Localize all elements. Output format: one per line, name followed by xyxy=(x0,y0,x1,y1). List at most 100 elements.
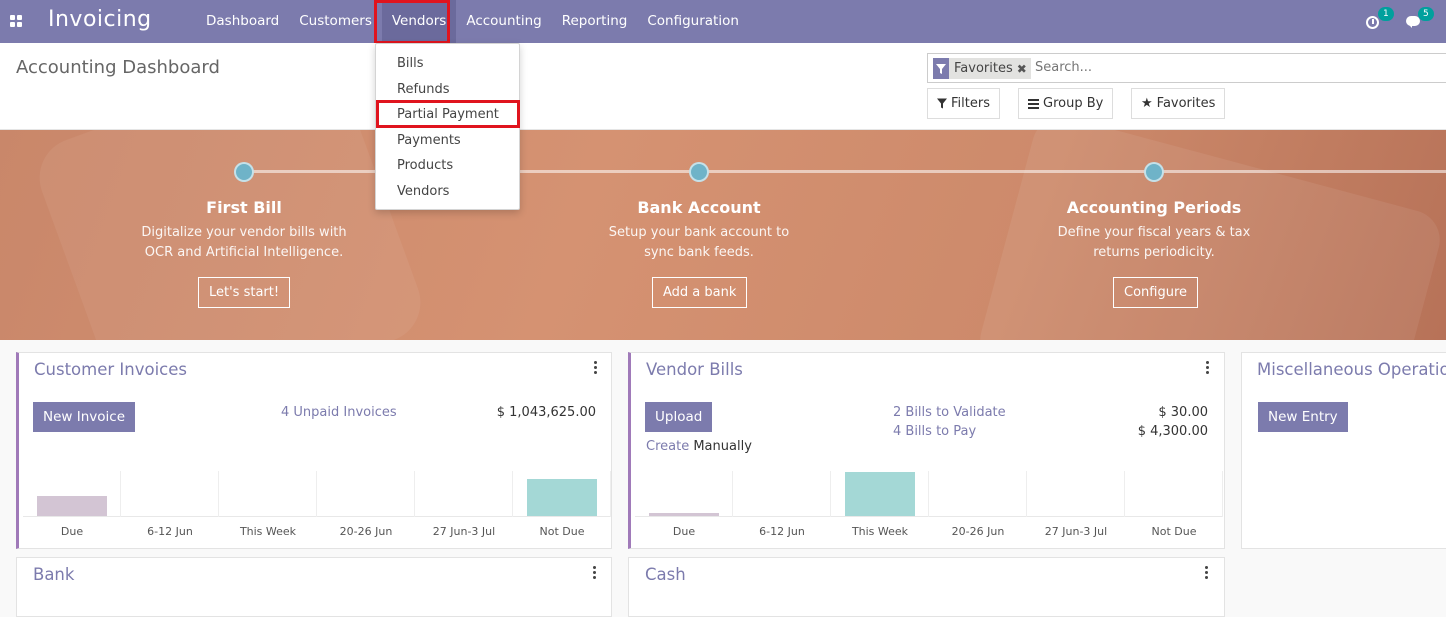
favorites-label: Favorites xyxy=(1156,96,1216,111)
filter-funnel-icon xyxy=(933,58,949,79)
kebab-menu-icon[interactable] xyxy=(1206,361,1210,376)
add-bank-button[interactable]: Add a bank xyxy=(652,277,748,308)
graph-column xyxy=(219,471,317,517)
graph-label: Not Due xyxy=(539,525,585,538)
step-description: Define your fiscal years & tax returns pe… xyxy=(1057,225,1251,260)
menu-customers[interactable]: Customers xyxy=(289,0,382,43)
journal-title[interactable]: Bank xyxy=(33,565,74,584)
facet-label: Favorites xyxy=(954,61,1013,76)
graph-label: 27 Jun-3 Jul xyxy=(1044,525,1108,538)
graph-label: 27 Jun-3 Jul xyxy=(432,525,496,538)
customer-invoices-card: Customer Invoices New Invoice 4 Unpaid I… xyxy=(16,352,612,549)
graph-column xyxy=(121,471,219,517)
graph-label: Due xyxy=(672,525,696,538)
bills-to-pay-amount: $ 4,300.00 xyxy=(1137,424,1208,439)
bills-to-validate-link[interactable]: 2 Bills to Validate xyxy=(893,405,1006,420)
upload-button[interactable]: Upload xyxy=(645,402,713,432)
customer-invoices-graph[interactable]: Due 6-12 Jun This Week 20-26 Jun 27 Jun-3 Ju… xyxy=(23,471,611,551)
graph-column xyxy=(733,471,831,517)
graph-label: 20-26 Jun xyxy=(951,525,1005,538)
kebab-menu-icon[interactable] xyxy=(594,361,598,376)
search-facet: Favorites ✖ xyxy=(933,58,1031,79)
journal-title[interactable]: Cash xyxy=(645,565,686,584)
graph-label: This Week xyxy=(851,525,909,538)
graph-label: 20-26 Jun xyxy=(339,525,393,538)
journal-title[interactable]: Customer Invoices xyxy=(34,360,187,379)
filter-icon xyxy=(937,98,947,109)
new-invoice-button[interactable]: New Invoice xyxy=(33,402,136,432)
step-description: Digitalize your vendor bills with OCR and… xyxy=(141,225,347,260)
create-link[interactable]: Create xyxy=(646,439,689,454)
graph-column xyxy=(635,471,733,517)
graph-column xyxy=(1027,471,1125,517)
clock-icon xyxy=(1366,15,1379,29)
graph-column xyxy=(317,471,415,517)
messages-count-badge: 5 xyxy=(1418,6,1434,21)
step-title: First Bill xyxy=(206,198,282,217)
step-dot xyxy=(689,162,709,182)
cash-card: Cash xyxy=(628,557,1225,617)
dropdown-item-refunds[interactable]: Refunds xyxy=(397,82,450,97)
menu-configuration[interactable]: Configuration xyxy=(637,0,749,43)
filters-label: Filters xyxy=(951,96,990,111)
graph-bar[interactable] xyxy=(37,496,107,516)
step-description: Setup your bank account to sync bank feed… xyxy=(608,225,790,260)
kebab-menu-icon[interactable] xyxy=(593,566,597,581)
graph-bar[interactable] xyxy=(649,513,719,516)
favorites-button[interactable]: ★ Favorites xyxy=(1131,88,1226,119)
step-title: Accounting Periods xyxy=(1066,198,1242,217)
graph-label: Due xyxy=(60,525,84,538)
filters-button[interactable]: Filters xyxy=(927,88,1000,119)
step-dot xyxy=(1144,162,1164,182)
graph-bar[interactable] xyxy=(527,479,597,516)
graph-column xyxy=(415,471,513,517)
bank-card: Bank xyxy=(16,557,612,617)
remove-facet-icon[interactable]: ✖ xyxy=(1017,62,1031,76)
graph-label: 6-12 Jun xyxy=(147,525,193,538)
graph-label: Not Due xyxy=(1151,525,1197,538)
activities-button[interactable]: 1 xyxy=(1366,6,1394,32)
graph-label: 6-12 Jun xyxy=(759,525,805,538)
kebab-menu-icon[interactable] xyxy=(1205,566,1209,581)
manually-text: Manually xyxy=(693,439,752,454)
app-title: Invoicing xyxy=(48,7,152,32)
graph-bar[interactable] xyxy=(845,472,915,516)
group-by-button[interactable]: Group By xyxy=(1018,88,1114,119)
menu-dashboard[interactable]: Dashboard xyxy=(196,0,289,43)
apps-menu-icon[interactable] xyxy=(10,15,22,27)
search-bar[interactable]: Favorites ✖ xyxy=(927,53,1446,83)
configure-button[interactable]: Configure xyxy=(1113,277,1199,308)
journal-title[interactable]: Vendor Bills xyxy=(646,360,743,379)
main-menu: Dashboard Customers Vendors Accounting R… xyxy=(196,0,749,43)
list-icon xyxy=(1028,98,1039,109)
bills-to-pay-link[interactable]: 4 Bills to Pay xyxy=(893,424,976,439)
control-panel: Accounting Dashboard Favorites ✖ Filters… xyxy=(0,43,1446,130)
vendors-menu-highlight xyxy=(374,0,450,44)
group-by-label: Group By xyxy=(1043,96,1104,111)
graph-column xyxy=(1125,471,1223,517)
journal-title[interactable]: Miscellaneous Operations xyxy=(1257,360,1446,379)
messages-button[interactable]: 5 xyxy=(1406,6,1434,32)
dropdown-item-vendors[interactable]: Vendors xyxy=(397,184,449,199)
vendor-bills-graph[interactable]: Due 6-12 Jun This Week 20-26 Jun 27 Jun-3 Ju… xyxy=(635,471,1223,551)
dropdown-item-bills[interactable]: Bills xyxy=(397,56,424,71)
search-input[interactable] xyxy=(1035,60,1415,75)
menu-reporting[interactable]: Reporting xyxy=(552,0,638,43)
dropdown-item-products[interactable]: Products xyxy=(397,158,453,173)
partial-payment-highlight xyxy=(376,100,520,128)
create-manually: Create Manually xyxy=(646,439,752,454)
unpaid-invoices-link[interactable]: 4 Unpaid Invoices xyxy=(281,405,397,420)
page-title: Accounting Dashboard xyxy=(16,57,220,78)
activities-count-badge: 1 xyxy=(1378,6,1394,21)
systray: 1 5 xyxy=(1366,0,1434,43)
bills-to-validate-amount: $ 30.00 xyxy=(1158,405,1208,420)
new-entry-button[interactable]: New Entry xyxy=(1258,402,1348,432)
star-icon: ★ xyxy=(1141,96,1153,111)
misc-operations-card: Miscellaneous Operations New Entry xyxy=(1241,352,1446,549)
menu-accounting[interactable]: Accounting xyxy=(456,0,551,43)
step-title: Bank Account xyxy=(637,198,761,217)
dropdown-item-payments[interactable]: Payments xyxy=(397,133,461,148)
vendor-bills-card: Vendor Bills Upload Create Manually 2 Bi… xyxy=(628,352,1225,549)
lets-start-button[interactable]: Let's start! xyxy=(198,277,291,308)
onboarding-banner: First Bill Digitalize your vendor bills … xyxy=(0,130,1446,340)
